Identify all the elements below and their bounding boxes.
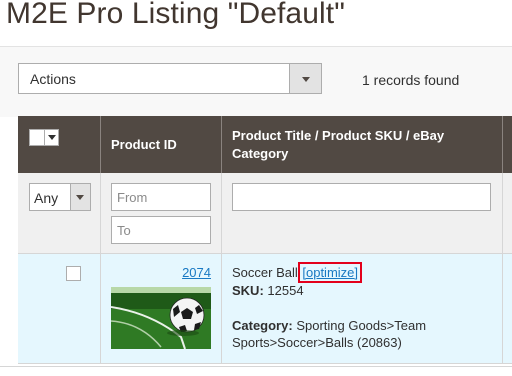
header-product-id-label: Product ID [111, 137, 177, 152]
page-title: M2E Pro Listing "Default" [6, 0, 345, 30]
filter-title-cell [222, 173, 503, 253]
header-product-title-label: Product Title / Product SKU / eBay Categ… [232, 128, 445, 161]
header-mass-action-cell [18, 116, 101, 173]
row-checkbox[interactable] [66, 266, 81, 281]
header-next-column [503, 116, 512, 173]
table-row[interactable]: 2074 Soccer Ball [optimize] SKU: 12554 C… [18, 254, 512, 364]
chevron-down-icon[interactable] [70, 184, 90, 210]
product-title-filter-input[interactable] [232, 183, 491, 211]
mass-select-box[interactable] [31, 131, 44, 144]
sku-value: 12554 [267, 283, 304, 298]
product-thumbnail [111, 287, 211, 349]
category-label: Category: [232, 318, 293, 333]
any-filter-label: Any [34, 190, 59, 206]
header-product-id[interactable]: Product ID [101, 116, 222, 173]
sku-label: SKU: [232, 283, 264, 298]
filter-product-id-cell: From To [101, 173, 222, 253]
chevron-down-icon[interactable] [289, 64, 321, 93]
records-found-count: 1 records found [362, 72, 460, 88]
product-sku: SKU: 12554 [232, 283, 304, 298]
grid-toolbar: Actions 1 records found [0, 46, 512, 117]
caret-down-icon[interactable] [44, 130, 58, 145]
grid-header-row: Product ID Product Title / Product SKU /… [18, 116, 512, 173]
product-category: Category: Sporting Goods>Team Sports>Soc… [232, 317, 482, 351]
mass-select-checkbox[interactable] [29, 129, 59, 146]
product-id-from-input[interactable]: From [111, 183, 211, 211]
grid-filter-row: Any From To [18, 173, 512, 254]
product-title: Soccer Ball [optimize] [232, 262, 362, 283]
divider [0, 366, 512, 367]
header-product-title[interactable]: Product Title / Product SKU / eBay Categ… [222, 116, 503, 173]
optimize-link[interactable]: [optimize] [298, 262, 362, 283]
product-id-to-input[interactable]: To [111, 216, 211, 244]
actions-dropdown-label: Actions [30, 71, 76, 87]
product-id-link[interactable]: 2074 [182, 265, 211, 280]
row-select-cell [18, 254, 101, 363]
row-product-title-cell: Soccer Ball [optimize] SKU: 12554 Catego… [222, 254, 503, 363]
row-product-id-cell: 2074 [101, 254, 222, 363]
product-title-text: Soccer Ball [232, 265, 298, 280]
any-filter-dropdown[interactable]: Any [29, 183, 91, 211]
filter-mass-action-cell: Any [18, 173, 101, 253]
actions-dropdown[interactable]: Actions [18, 63, 322, 94]
